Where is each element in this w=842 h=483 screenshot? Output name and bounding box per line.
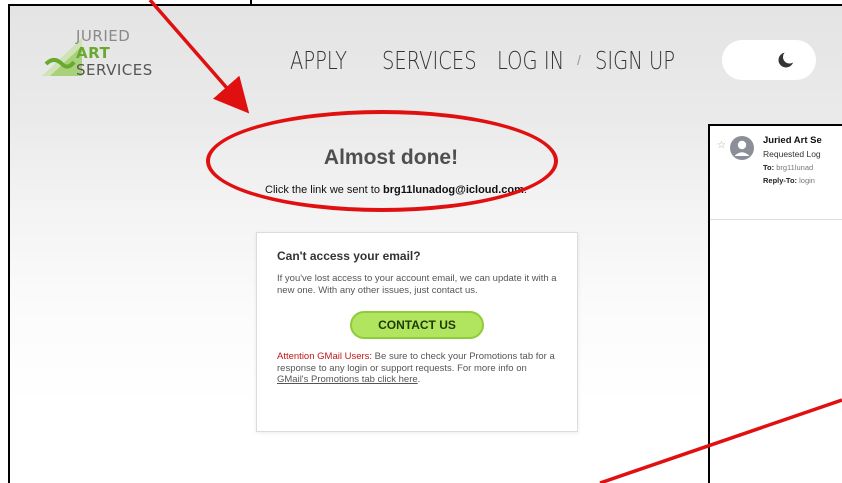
browser-viewport: JURIED ART SERVICES APPLY SERVICES LOG I… (8, 4, 842, 483)
theme-toggle[interactable] (722, 40, 816, 80)
nav-signup[interactable]: SIGN UP (595, 46, 675, 75)
annotation-oval (206, 110, 558, 212)
email-header: ☆ Juried Art Se Requested Log To: brg11l… (710, 126, 842, 220)
card-heading: Can't access your email? (277, 249, 421, 263)
gmail-promotions-link[interactable]: GMail's Promotions tab click here (277, 374, 418, 385)
logo-line-2: ART (76, 44, 111, 62)
main-nav: APPLY SERVICES LOG IN / SIGN UP (290, 44, 695, 76)
gmail-notice-warning: Attention GMail Users: (277, 351, 373, 362)
nav-login[interactable]: LOG IN (497, 46, 564, 75)
contact-us-button[interactable]: CONTACT US (350, 311, 484, 339)
site-logo[interactable]: JURIED ART SERVICES (40, 28, 180, 84)
logo-line-3: SERVICES (76, 61, 153, 79)
gmail-notice: Attention GMail Users: Be sure to check … (277, 351, 557, 386)
email-reply-value: login (797, 176, 815, 185)
email-reply-to: Reply-To: login (763, 176, 815, 185)
card-body: If you've lost access to your account em… (277, 273, 557, 296)
nav-separator: / (577, 52, 581, 68)
email-to-value: brg11lunad (774, 163, 814, 172)
avatar-icon (730, 136, 754, 160)
logo-text: JURIED ART SERVICES (76, 28, 153, 79)
email-sender: Juried Art Se (763, 135, 822, 146)
email-preview-panel: ☆ Juried Art Se Requested Log To: brg11l… (708, 124, 842, 483)
email-to: To: brg11lunad (763, 163, 813, 172)
moon-icon (778, 51, 795, 68)
nav-apply[interactable]: APPLY (290, 46, 362, 75)
gmail-notice-end: . (417, 374, 421, 385)
nav-services[interactable]: SERVICES (382, 46, 477, 75)
star-icon[interactable]: ☆ (717, 140, 726, 151)
logo-line-1: JURIED (76, 27, 131, 45)
email-help-card: Can't access your email? If you've lost … (256, 232, 578, 432)
email-reply-label: Reply-To: (763, 176, 798, 185)
email-to-label: To: (763, 163, 775, 172)
email-subject: Requested Log (763, 149, 821, 159)
site-header: JURIED ART SERVICES APPLY SERVICES LOG I… (10, 6, 842, 116)
